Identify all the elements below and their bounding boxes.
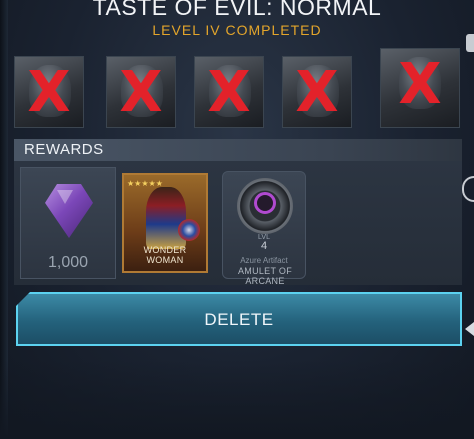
enemy-portrait: X — [14, 56, 84, 128]
artifact-type: Azure Artifact — [240, 256, 288, 265]
hero-stars: ★★★★★ — [127, 179, 163, 188]
hero-figure-image — [146, 187, 186, 249]
artifact-reward-card[interactable]: LVL 4 Azure Artifact AMULET OF ARCANE — [222, 171, 306, 286]
defeated-x-icon: X — [398, 52, 442, 117]
artifact-name: AMULET OF ARCANE — [237, 266, 293, 286]
enemy-portrait: X — [282, 56, 352, 128]
level-status: LEVEL IV COMPLETED — [152, 22, 322, 38]
gem-quantity: 1,000 — [47, 254, 89, 271]
enemy-portrait: X — [194, 56, 264, 128]
rewards-header: REWARDS — [14, 139, 462, 161]
delete-button-label: DELETE — [204, 310, 274, 329]
chevron-left-icon[interactable] — [465, 322, 474, 336]
rewards-panel: 1,000 ★★★★★ WONDER WOMAN LVL 4 Azure Art… — [14, 161, 462, 286]
defeated-enemies-row: X X X X X — [14, 48, 464, 130]
bottom-shade — [0, 360, 474, 439]
hero-name: WONDER WOMAN — [143, 245, 187, 265]
enemy-portrait: X — [380, 48, 460, 128]
defeated-x-icon: X — [295, 60, 339, 125]
delete-button[interactable]: DELETE — [16, 292, 462, 346]
rewards-title: REWARDS — [24, 141, 104, 158]
enemy-portrait: X — [106, 56, 176, 128]
gem-reward-card[interactable]: 1,000 — [20, 167, 116, 279]
shield-icon — [178, 219, 200, 241]
defeated-x-icon: X — [207, 60, 251, 125]
hero-reward-card[interactable]: ★★★★★ WONDER WOMAN — [122, 173, 208, 273]
mission-title: TASTE OF EVIL: NORMAL — [92, 0, 382, 20]
defeated-x-icon: X — [119, 60, 163, 125]
side-tab[interactable] — [466, 34, 474, 52]
artifact-level: 4 — [260, 240, 268, 252]
defeated-x-icon: X — [27, 60, 71, 125]
artifact-gem — [254, 192, 276, 214]
